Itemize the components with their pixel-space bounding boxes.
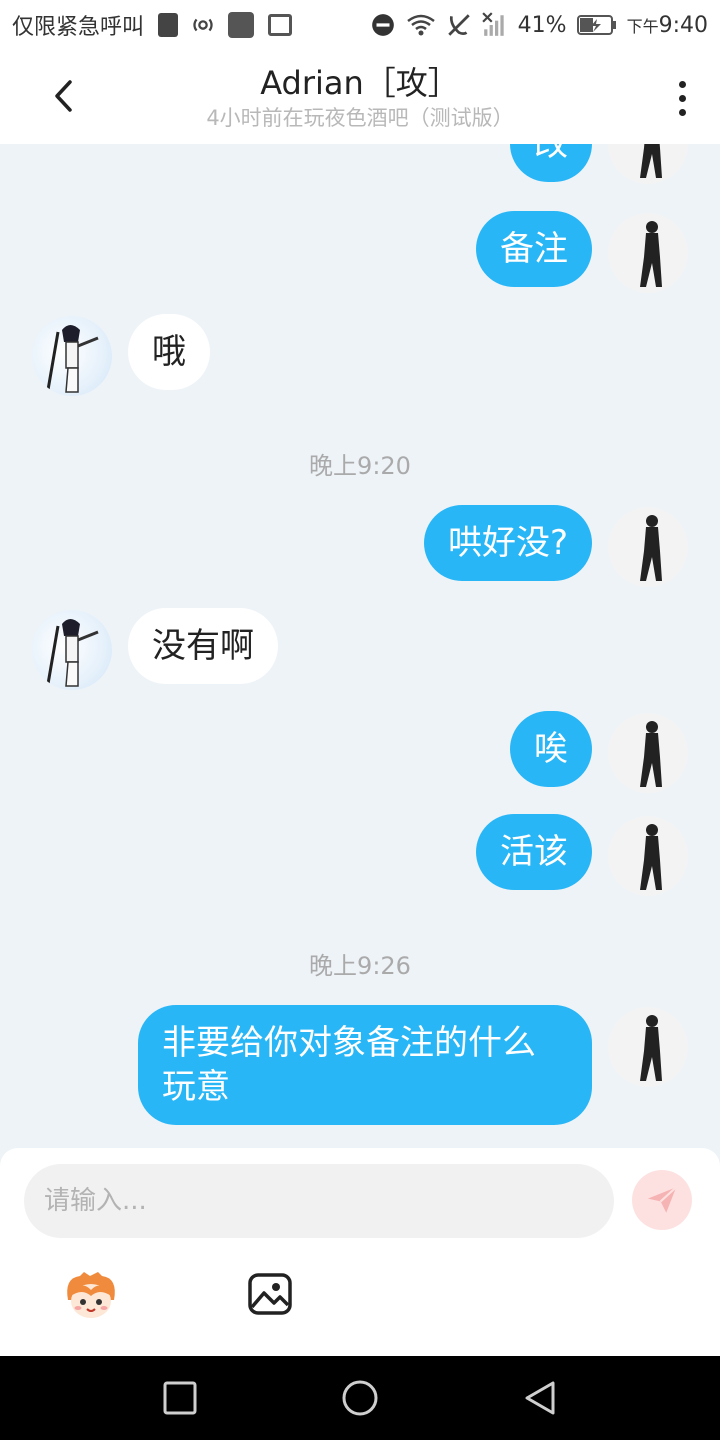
contact-avatar-image <box>46 325 99 393</box>
no-call-icon <box>447 14 470 36</box>
sd-card-icon <box>158 13 179 37</box>
triangle-back-icon <box>525 1381 555 1415</box>
emoji-face-icon <box>67 1272 115 1318</box>
image-icon <box>248 1273 292 1315</box>
carrier-text: 仅限紧急呼叫 <box>12 15 145 40</box>
self-avatar[interactable] <box>608 1007 688 1087</box>
wifi-icon <box>406 14 435 36</box>
self-avatar-image <box>640 721 662 787</box>
system-nav-bar <box>0 1356 720 1440</box>
image-button[interactable] <box>246 1271 294 1317</box>
contact-name: Adrian［攻］ <box>260 64 460 102</box>
battery-charging-icon <box>576 15 616 35</box>
back-nav-button[interactable] <box>520 1378 560 1418</box>
message-bubble-other[interactable]: 哦 <box>128 314 210 390</box>
self-avatar-image <box>640 144 662 178</box>
message-bubble-self[interactable]: 唉 <box>510 711 592 787</box>
clock: 9:40 <box>658 12 708 38</box>
home-button[interactable] <box>340 1378 380 1418</box>
gallery-notification-icon <box>268 14 293 36</box>
status-bar: 仅限紧急呼叫 41% 下午9:40 <box>0 0 720 50</box>
contact-avatar[interactable] <box>32 316 112 396</box>
message-bubble-self[interactable]: 哄好没? <box>423 505 592 581</box>
message-input[interactable] <box>44 1186 614 1216</box>
message-bubble-self[interactable]: 非要给你对象备注的什么 玩意 <box>138 1005 592 1125</box>
more-vertical-icon <box>678 80 686 88</box>
app-notification-icon <box>228 12 255 38</box>
battery-percent: 41% <box>517 12 567 38</box>
message-list[interactable]: 改 备注 哦 晚上9:20 哄好没? 没有啊 唉 活该 晚上9:26 非要给你对… <box>0 144 720 1148</box>
time-separator: 晚上9:26 <box>309 952 411 980</box>
emoji-button[interactable] <box>62 1270 120 1320</box>
message-bubble-self[interactable]: 改 <box>510 144 592 182</box>
message-bubble-self[interactable]: 活该 <box>476 814 592 890</box>
contact-avatar-image <box>46 619 99 687</box>
self-avatar-image <box>640 515 662 581</box>
send-button[interactable] <box>632 1170 692 1230</box>
recent-apps-button[interactable] <box>160 1378 200 1418</box>
self-avatar-image <box>640 1015 662 1081</box>
do-not-disturb-icon <box>371 14 394 36</box>
self-avatar-image <box>640 824 662 890</box>
square-icon <box>163 1381 197 1415</box>
circle-icon <box>342 1380 378 1416</box>
self-avatar[interactable] <box>608 816 688 896</box>
more-options-button[interactable] <box>670 74 694 122</box>
self-avatar[interactable] <box>608 213 688 293</box>
message-input-container[interactable] <box>24 1164 614 1238</box>
signal-icon <box>481 12 504 36</box>
self-avatar[interactable] <box>608 507 688 587</box>
chat-header: Adrian［攻］ 4小时前在玩夜色酒吧（测试版） <box>0 50 720 144</box>
time-prefix: 下午 <box>626 16 659 36</box>
self-avatar[interactable] <box>608 144 688 184</box>
composer <box>0 1148 720 1356</box>
hotspot-icon <box>193 18 213 32</box>
self-avatar[interactable] <box>608 713 688 793</box>
message-bubble-self[interactable]: 备注 <box>476 211 592 287</box>
contact-status: 4小时前在玩夜色酒吧（测试版） <box>206 106 514 130</box>
paper-plane-icon <box>647 1186 677 1213</box>
contact-avatar[interactable] <box>32 610 112 690</box>
message-bubble-other[interactable]: 没有啊 <box>128 608 278 684</box>
time-separator: 晚上9:20 <box>309 452 411 480</box>
self-avatar-image <box>640 221 662 287</box>
